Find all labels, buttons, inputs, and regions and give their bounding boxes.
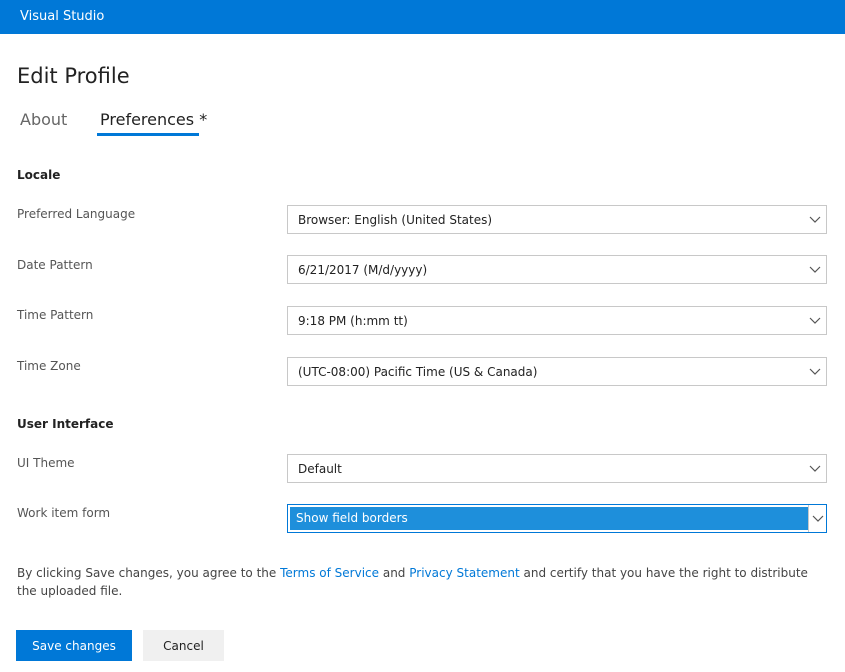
label-time-zone: Time Zone bbox=[17, 359, 81, 373]
time-pattern-value: 9:18 PM (h:mm tt) bbox=[298, 314, 408, 328]
page-title: Edit Profile bbox=[17, 64, 130, 88]
label-work-item-form: Work item form bbox=[17, 506, 111, 520]
date-pattern-select[interactable]: 6/21/2017 (M/d/yyyy) bbox=[287, 255, 827, 284]
tab-preferences[interactable]: Preferences * bbox=[100, 110, 207, 129]
active-tab-indicator bbox=[97, 133, 199, 136]
top-bar: Visual Studio bbox=[0, 0, 845, 34]
ui-theme-value: Default bbox=[298, 462, 342, 476]
time-pattern-select[interactable]: 9:18 PM (h:mm tt) bbox=[287, 306, 827, 335]
chevron-down-icon bbox=[804, 256, 826, 283]
legal-prefix: By clicking Save changes, you agree to t… bbox=[17, 566, 277, 580]
date-pattern-value: 6/21/2017 (M/d/yyyy) bbox=[298, 263, 428, 277]
time-zone-value: (UTC-08:00) Pacific Time (US & Canada) bbox=[298, 365, 538, 379]
legal-and: and bbox=[382, 566, 406, 580]
section-heading-locale: Locale bbox=[17, 168, 61, 182]
label-date-pattern: Date Pattern bbox=[17, 258, 93, 272]
work-item-form-select[interactable]: Show field borders bbox=[287, 504, 827, 533]
tab-about[interactable]: About bbox=[20, 110, 67, 129]
app-brand[interactable]: Visual Studio bbox=[20, 9, 104, 24]
preferred-language-select[interactable]: Browser: English (United States) bbox=[287, 205, 827, 234]
terms-of-service-link[interactable]: Terms of Service bbox=[280, 566, 379, 580]
chevron-down-icon bbox=[804, 307, 826, 334]
label-ui-theme: UI Theme bbox=[17, 456, 75, 470]
save-changes-button[interactable]: Save changes bbox=[16, 630, 132, 661]
preferred-language-value: Browser: English (United States) bbox=[298, 213, 493, 227]
section-heading-user-interface: User Interface bbox=[17, 417, 114, 431]
chevron-down-icon bbox=[808, 505, 826, 532]
label-preferred-language: Preferred Language bbox=[17, 207, 136, 221]
chevron-down-icon bbox=[804, 358, 826, 385]
legal-notice: By clicking Save changes, you agree to t… bbox=[17, 564, 817, 600]
privacy-statement-link[interactable]: Privacy Statement bbox=[409, 566, 519, 580]
chevron-down-icon bbox=[804, 455, 826, 482]
time-zone-select[interactable]: (UTC-08:00) Pacific Time (US & Canada) bbox=[287, 357, 827, 386]
ui-theme-select[interactable]: Default bbox=[287, 454, 827, 483]
cancel-button[interactable]: Cancel bbox=[143, 630, 224, 661]
work-item-form-value: Show field borders bbox=[296, 511, 408, 525]
chevron-down-icon bbox=[804, 206, 826, 233]
label-time-pattern: Time Pattern bbox=[17, 308, 94, 322]
